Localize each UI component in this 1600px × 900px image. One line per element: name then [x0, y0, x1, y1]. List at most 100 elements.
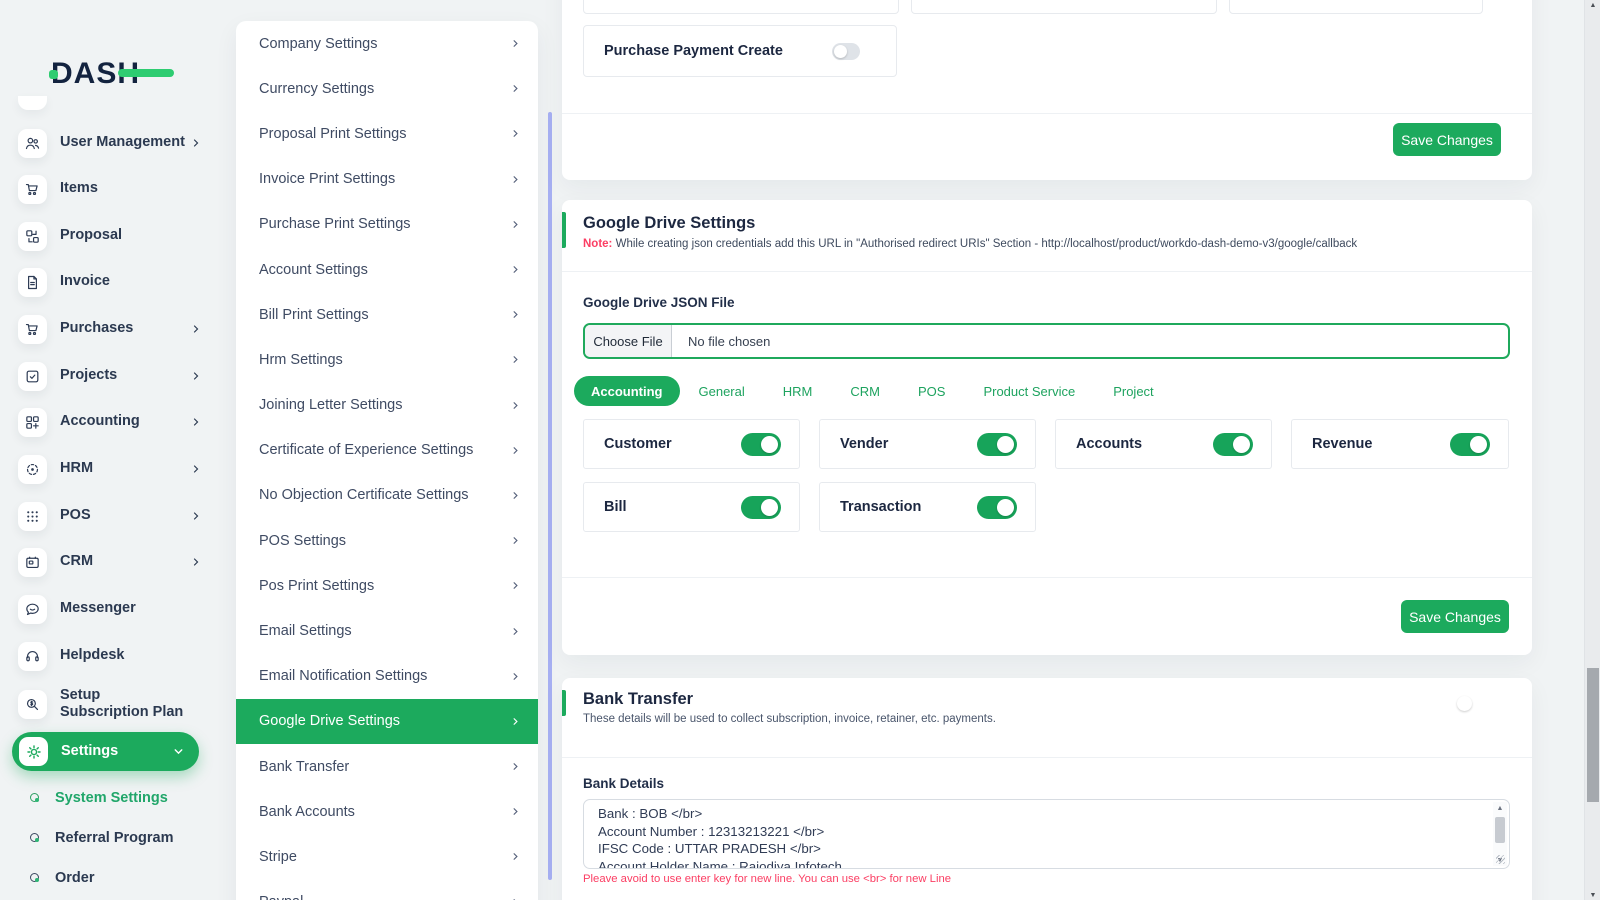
toggle-knob [997, 435, 1014, 453]
divider [562, 113, 1532, 114]
chevron-right-icon [510, 83, 521, 94]
purchase-settings-card: Purchase Payment Create Save Changes [562, 0, 1532, 180]
bullet-icon [30, 873, 39, 882]
sidebar-subitem-referral-program[interactable]: Referral Program [30, 829, 210, 846]
chevron-right-icon [510, 174, 521, 185]
transaction-toggle[interactable] [977, 495, 1017, 519]
sidebar-item-proposal[interactable]: Proposal [18, 221, 210, 251]
sidebar-item-helpdesk[interactable]: Helpdesk [18, 641, 210, 671]
chevron-right-icon [190, 416, 202, 428]
sidebar-item-setup-subscription-plan[interactable]: Setup Subscription Plan [18, 686, 210, 722]
tab-accounting[interactable]: Accounting [574, 376, 680, 406]
save-changes-button[interactable]: Save Changes [1401, 600, 1509, 633]
sidebar-item-settings[interactable]: Settings [12, 732, 199, 771]
tab-general[interactable]: General [680, 376, 764, 406]
tab-product-service[interactable]: Product Service [964, 376, 1094, 406]
toggle-knob [761, 498, 778, 516]
sidebar-item-hrm[interactable]: HRM [18, 454, 210, 484]
settings-menu-item-stripe[interactable]: Stripe [236, 834, 538, 879]
sidebar-item-projects[interactable]: Projects [18, 361, 210, 391]
scroll-up-icon[interactable]: ▲ [1493, 802, 1507, 814]
chevron-right-icon [190, 463, 202, 475]
file-status-text: No file chosen [688, 333, 771, 349]
settings-menu-scrollbar[interactable] [548, 112, 552, 880]
settings-menu-item-hrm-settings[interactable]: Hrm Settings [236, 337, 538, 382]
settings-menu-item-purchase-print-settings[interactable]: Purchase Print Settings [236, 202, 538, 247]
scrollbar-thumb[interactable] [1587, 668, 1599, 802]
save-changes-button[interactable]: Save Changes [1393, 123, 1501, 156]
settings-menu-item-google-drive-settings[interactable]: Google Drive Settings [236, 698, 538, 744]
tab-hrm[interactable]: HRM [764, 376, 832, 406]
tab-project[interactable]: Project [1094, 376, 1172, 406]
sidebar-item-crm[interactable]: CRM [18, 547, 210, 577]
bill-toggle[interactable] [741, 495, 781, 519]
tab-pos[interactable]: POS [899, 376, 964, 406]
cart-icon [18, 174, 47, 204]
vender-toggle[interactable] [977, 432, 1017, 456]
settings-menu-item-no-objection-certificate-settings[interactable]: No Objection Certificate Settings [236, 473, 538, 518]
resize-grip-icon[interactable] [1496, 855, 1505, 864]
scroll-up-icon[interactable]: ▲ [1585, 0, 1600, 10]
check-square-icon [18, 361, 47, 391]
toggle-card-accounts: Accounts [1055, 419, 1272, 469]
settings-menu-item-bank-accounts[interactable]: Bank Accounts [236, 789, 538, 834]
bank-transfer-card: Bank Transfer These details will be used… [562, 678, 1532, 900]
chevron-right-icon [510, 219, 521, 230]
cut-setting-box [1229, 0, 1483, 14]
settings-menu-item-bill-print-settings[interactable]: Bill Print Settings [236, 292, 538, 337]
sidebar-subitem-order[interactable]: Order [30, 869, 210, 886]
note-label: Note: [583, 238, 613, 250]
chat-icon [18, 594, 47, 624]
sidebar-item-invoice[interactable]: Invoice [18, 267, 210, 297]
page: DASH User Management Items Proposal Invo… [0, 0, 1600, 900]
settings-menu-item-bank-transfer[interactable]: Bank Transfer [236, 744, 538, 789]
toggle-knob [834, 44, 847, 58]
divider [562, 577, 1532, 578]
card-icon [18, 547, 47, 577]
headset-icon [18, 641, 47, 671]
settings-menu-item-email-settings[interactable]: Email Settings [236, 608, 538, 653]
scrollbar-thumb[interactable] [1495, 817, 1505, 843]
settings-menu-item-currency-settings[interactable]: Currency Settings [236, 66, 538, 111]
settings-menu-item-joining-letter-settings[interactable]: Joining Letter Settings [236, 383, 538, 428]
logo[interactable]: DASH [49, 56, 175, 92]
settings-menu-item-pos-settings[interactable]: POS Settings [236, 518, 538, 563]
bullet-icon [30, 833, 39, 842]
sidebar-item-purchases[interactable]: Purchases [18, 314, 210, 344]
settings-menu-item-proposal-print-settings[interactable]: Proposal Print Settings [236, 111, 538, 156]
settings-menu-item-invoice-print-settings[interactable]: Invoice Print Settings [236, 157, 538, 202]
tab-crm[interactable]: CRM [831, 376, 899, 406]
chevron-right-icon [510, 897, 521, 900]
file-field-label: Google Drive JSON File [583, 295, 735, 310]
purchase-payment-create-toggle[interactable] [832, 42, 860, 60]
settings-menu-item-account-settings[interactable]: Account Settings [236, 247, 538, 292]
sidebar-item-pos[interactable]: POS [18, 501, 210, 531]
chevron-right-icon [510, 671, 521, 682]
settings-menu-item-email-notification-settings[interactable]: Email Notification Settings [236, 654, 538, 699]
chevron-right-icon [510, 400, 521, 411]
note-text: Note: While creating json credentials ad… [583, 238, 1358, 250]
revenue-toggle[interactable] [1450, 432, 1490, 456]
settings-menu: Company Settings Currency Settings Propo… [236, 21, 538, 900]
settings-menu-item-certificate-of-experience-settings[interactable]: Certificate of Experience Settings [236, 428, 538, 473]
page-scrollbar[interactable]: ▲ ▼ [1584, 0, 1600, 900]
sidebar-item-messenger[interactable]: Messenger [18, 594, 210, 624]
choose-file-button[interactable]: Choose File [585, 325, 672, 357]
chevron-right-icon [510, 716, 521, 727]
target-icon [18, 454, 47, 484]
bank-details-textarea[interactable]: Bank : BOB </br> Account Number : 1231321… [583, 799, 1510, 869]
sidebar-item-user-management[interactable]: User Management [18, 128, 210, 158]
chevron-right-icon [510, 38, 521, 49]
accounts-toggle[interactable] [1213, 432, 1253, 456]
chevron-right-icon [510, 490, 521, 501]
customer-toggle[interactable] [741, 432, 781, 456]
settings-menu-item-company-settings[interactable]: Company Settings [236, 21, 538, 66]
google-drive-json-file-input[interactable]: Choose File No file chosen [583, 323, 1510, 359]
gear-icon [19, 737, 48, 766]
settings-menu-item-paypal[interactable]: Paypal [236, 880, 538, 900]
settings-menu-item-pos-print-settings[interactable]: Pos Print Settings [236, 563, 538, 608]
sidebar-item-items[interactable]: Items [18, 174, 210, 204]
sidebar-subitem-system-settings[interactable]: System Settings [30, 789, 210, 806]
sidebar-item-accounting[interactable]: Accounting [18, 407, 210, 437]
scroll-down-icon[interactable]: ▼ [1585, 890, 1600, 900]
